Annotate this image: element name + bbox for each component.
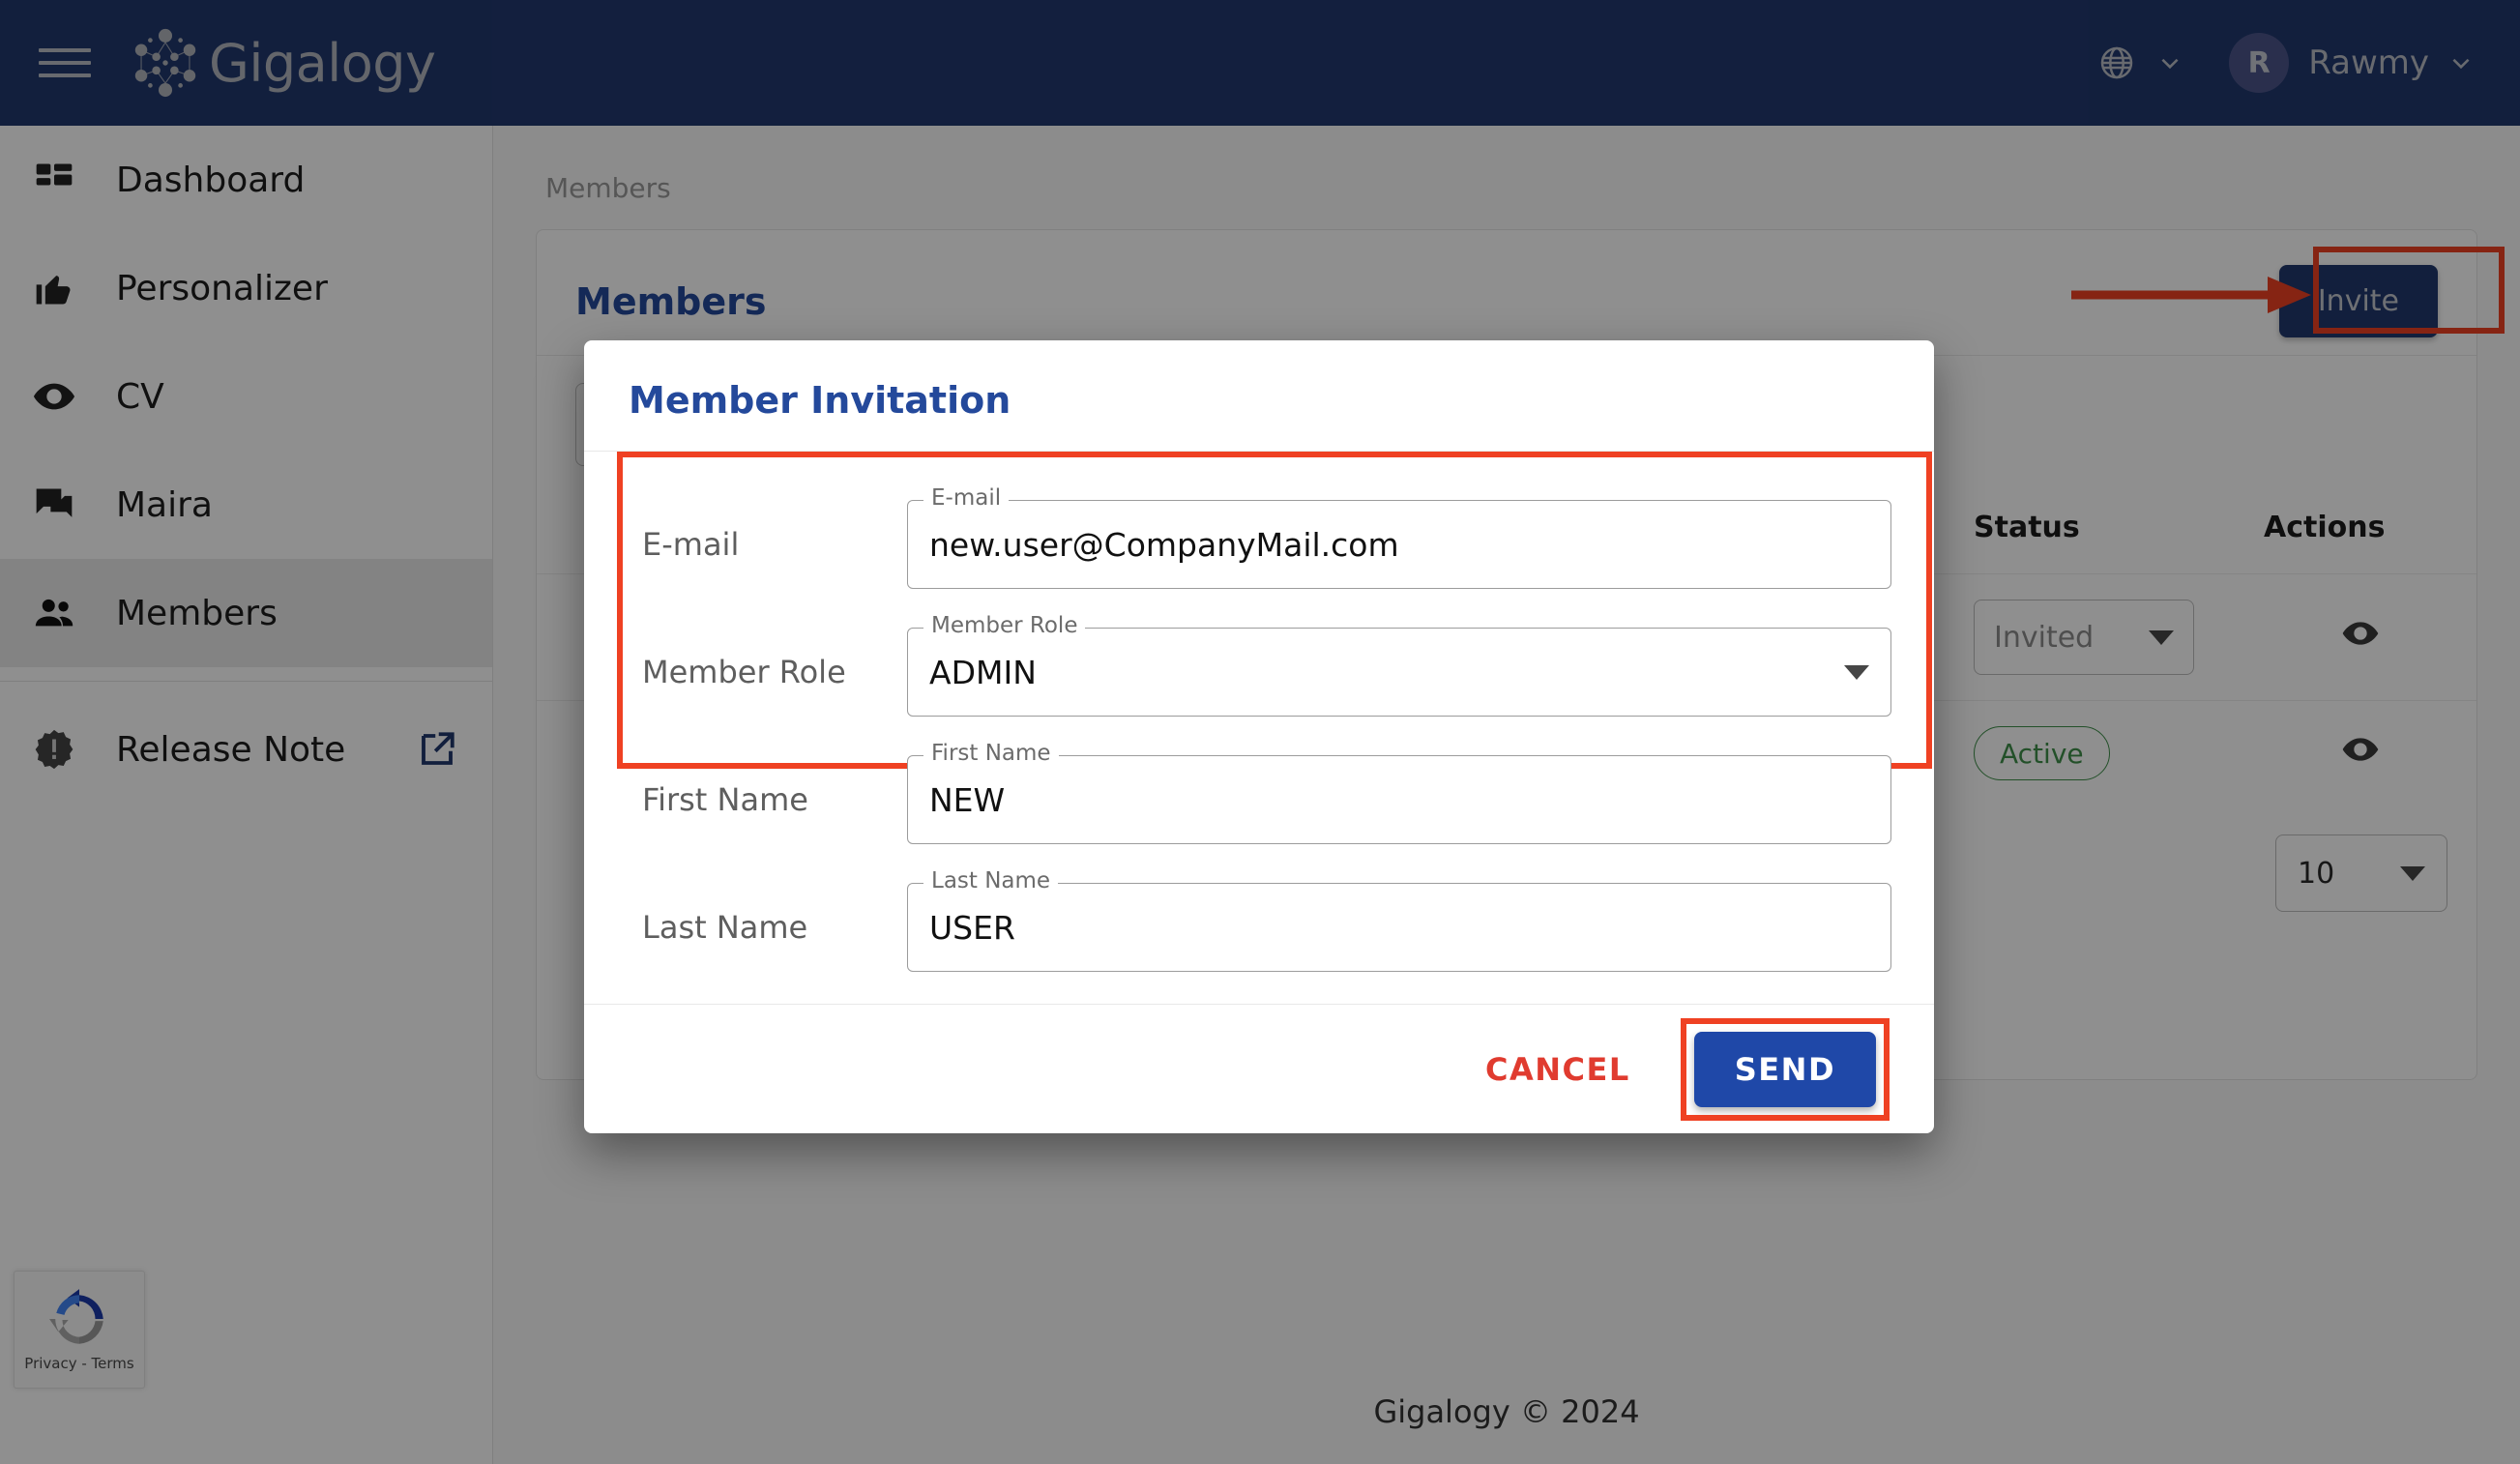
field-value: new.user@CompanyMail.com (929, 525, 1399, 564)
field-control: E-mail new.user@CompanyMail.com (907, 487, 1891, 589)
field-control: First Name NEW (907, 743, 1891, 844)
cancel-button[interactable]: CANCEL (1460, 1034, 1656, 1105)
field-legend: Member Role (923, 615, 1086, 637)
member-role-select[interactable]: Member Role ADMIN (907, 615, 1891, 717)
dialog-footer: CANCEL SEND (584, 1004, 1934, 1133)
field-label: First Name (642, 781, 808, 818)
send-annotation-box: SEND (1680, 1017, 1890, 1121)
field-row-last-name: Last Name Last Name USER (627, 864, 1891, 991)
field-legend: E-mail (923, 487, 1010, 510)
field-label: E-mail (642, 526, 740, 563)
member-invitation-dialog: Member Invitation E-mail E-mail new.user… (584, 340, 1934, 1133)
caret-down-icon (1844, 664, 1869, 680)
dialog-body: E-mail E-mail new.user@CompanyMail.com M… (584, 452, 1934, 1004)
field-value: ADMIN (929, 653, 1037, 691)
field-value: NEW (929, 780, 1006, 819)
field-control: Member Role ADMIN (907, 615, 1891, 717)
field-value: USER (929, 908, 1015, 947)
last-name-field[interactable]: Last Name USER (907, 870, 1891, 972)
send-button[interactable]: SEND (1693, 1031, 1876, 1107)
field-legend: Last Name (923, 870, 1059, 893)
dialog-title: Member Invitation (629, 379, 1011, 422)
field-label: Member Role (642, 654, 846, 690)
field-label: Last Name (642, 909, 808, 946)
dialog-header: Member Invitation (584, 340, 1934, 451)
field-control: Last Name USER (907, 870, 1891, 972)
field-row-member-role: Member Role Member Role ADMIN (627, 608, 1891, 736)
field-legend: First Name (923, 743, 1059, 765)
first-name-field[interactable]: First Name NEW (907, 743, 1891, 844)
field-row-first-name: First Name First Name NEW (627, 736, 1891, 864)
field-row-email: E-mail E-mail new.user@CompanyMail.com (627, 481, 1891, 608)
email-field[interactable]: E-mail new.user@CompanyMail.com (907, 487, 1891, 589)
